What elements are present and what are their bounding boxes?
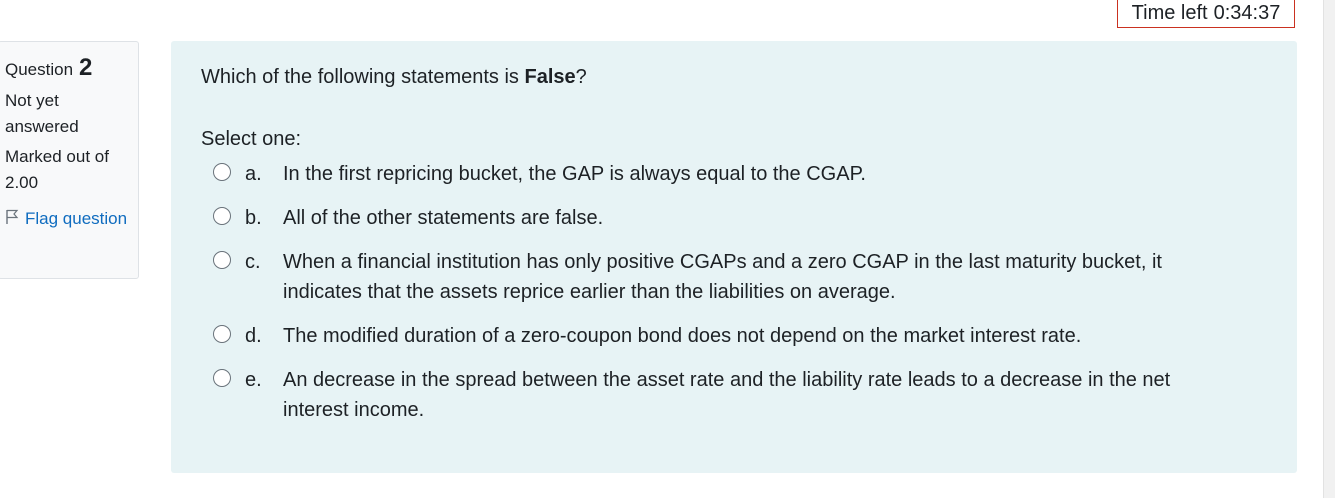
radio-button-a[interactable] bbox=[213, 163, 231, 181]
question-number-value: 2 bbox=[79, 54, 93, 81]
radio-button-c[interactable] bbox=[213, 251, 231, 269]
option-text: All of the other statements are false. bbox=[283, 207, 604, 229]
answer-option-b[interactable]: b. All of the other statements are false… bbox=[213, 203, 1267, 233]
answer-option-c[interactable]: c. When a financial institution has only… bbox=[213, 247, 1267, 307]
question-state: Not yet answered bbox=[5, 91, 79, 136]
radio-button-e[interactable] bbox=[213, 369, 231, 387]
option-letter: b. bbox=[245, 207, 262, 229]
answer-option-d[interactable]: d. The modified duration of a zero-coupo… bbox=[213, 321, 1267, 351]
option-text: In the first repricing bucket, the GAP i… bbox=[283, 163, 866, 185]
question-text: Which of the following statements is Fal… bbox=[201, 63, 1267, 91]
flag-icon bbox=[6, 209, 19, 224]
quiz-page: Time left 0:34:37 Question 2 Not yet ans… bbox=[0, 0, 1335, 498]
question-grade: Marked out of 2.00 bbox=[5, 147, 109, 192]
select-prompt: Select one: bbox=[201, 128, 302, 150]
option-letter: d. bbox=[245, 325, 262, 347]
question-text-start: Which of the following statements is bbox=[201, 66, 525, 88]
option-text: An decrease in the spread between the as… bbox=[283, 369, 1171, 421]
question-content: Which of the following statements is Fal… bbox=[171, 41, 1297, 473]
timer-label: Time left bbox=[1131, 1, 1208, 24]
flag-question-label: Flag question bbox=[25, 209, 128, 228]
question-number: Question 2 bbox=[5, 54, 132, 82]
question-text-end: ? bbox=[575, 66, 587, 88]
flag-question-link[interactable]: Flag question bbox=[5, 206, 132, 232]
option-letter: a. bbox=[245, 163, 262, 185]
question-label: Question bbox=[5, 60, 74, 79]
option-text: The modified duration of a zero-coupon b… bbox=[283, 325, 1082, 347]
option-letter: c. bbox=[245, 251, 261, 273]
option-text: When a financial institution has only po… bbox=[283, 251, 1162, 303]
question-info-panel: Question 2 Not yet answered Marked out o… bbox=[0, 41, 139, 279]
answer-option-a[interactable]: a. In the first repricing bucket, the GA… bbox=[213, 159, 1267, 189]
radio-button-d[interactable] bbox=[213, 325, 231, 343]
option-letter: e. bbox=[245, 369, 262, 391]
radio-button-b[interactable] bbox=[213, 207, 231, 225]
timer-value: 0:34:37 bbox=[1213, 1, 1281, 24]
quiz-timer: Time left 0:34:37 bbox=[1117, 0, 1295, 28]
question-text-emphasis: False bbox=[524, 66, 576, 88]
answer-option-e[interactable]: e. An decrease in the spread between the… bbox=[213, 365, 1267, 425]
window-scrollbar[interactable] bbox=[1323, 0, 1335, 498]
